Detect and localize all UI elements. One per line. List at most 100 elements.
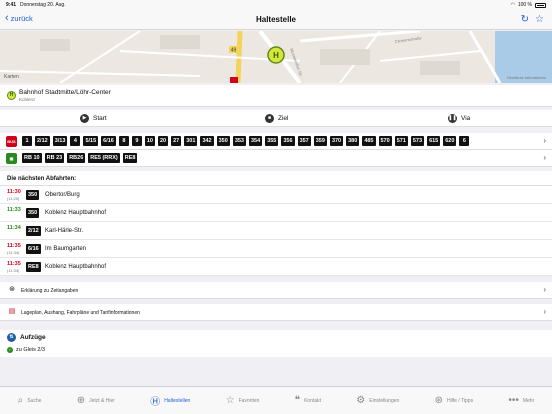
star-icon[interactable]: ☆: [535, 14, 544, 25]
refresh-icon[interactable]: ↻: [521, 14, 529, 25]
bus-line-badges: 1 2/12 3/13 4 5/15 6/16 8 9 10 20 27 301 342 350 353 35…: [22, 136, 470, 146]
bus-line-badge[interactable]: 8: [118, 136, 129, 146]
bus-line-badge[interactable]: 1: [22, 136, 32, 146]
train-icon: ▣: [6, 153, 17, 164]
bus-line-badge[interactable]: 9: [131, 136, 142, 146]
stop-icon: H: [7, 91, 16, 100]
map-attribution: Karten: [4, 74, 19, 80]
chat-icon: ❝: [294, 395, 301, 406]
bus-line-badge[interactable]: 615: [427, 136, 441, 146]
departure-row[interactable]: 11:34 2/12 Karl-Härle-Str.: [0, 222, 552, 240]
bus-line-badge[interactable]: 620: [443, 136, 457, 146]
elevator-status-label: zu Gleis 2/3: [16, 347, 46, 353]
map-stop-marker-icon[interactable]: H: [273, 51, 279, 60]
start-button[interactable]: ▶ Start: [80, 114, 107, 123]
bus-line-badge[interactable]: 10: [144, 136, 155, 146]
departure-row[interactable]: 11:33 350 Koblenz Hauptbahnhof: [0, 204, 552, 222]
departure-destination: Im Baumgarten: [45, 246, 87, 252]
bus-line-badge[interactable]: 20: [158, 136, 169, 146]
chevron-right-icon: ›: [543, 153, 546, 162]
pause-icon: ❚❚: [448, 114, 457, 123]
bus-line-badge[interactable]: 380: [346, 136, 360, 146]
bus-line-badge[interactable]: 350: [216, 136, 230, 146]
wifi-icon: ◠: [510, 2, 515, 8]
bus-line-badge[interactable]: 6/16: [101, 136, 116, 146]
bus-line-badge[interactable]: 4: [70, 136, 81, 146]
bus-line-badge[interactable]: 342: [200, 136, 214, 146]
stop-icon: Ⓗ: [150, 397, 161, 408]
app-root: 9:41 Donnerstag 20. Aug. ◠ 100 % ‹ zurüc…: [0, 0, 552, 414]
bus-line-badge[interactable]: 3/13: [52, 136, 68, 146]
bus-line-badge[interactable]: 356: [281, 136, 295, 146]
lifebuoy-icon: ⊛: [434, 395, 443, 406]
bus-line-badge[interactable]: 355: [265, 136, 279, 146]
tab-einstellungen[interactable]: ⚙ Einstellungen: [356, 395, 399, 406]
crosshair-icon: ⊕: [76, 395, 86, 406]
train-line-badge[interactable]: RE8: [122, 153, 138, 163]
tab-label: Favoriten: [238, 397, 260, 404]
more-icon: •••: [508, 395, 519, 406]
bus-line-badge[interactable]: 485: [362, 136, 376, 146]
status-right: ◠ 100 %: [510, 2, 546, 8]
bus-line-badge[interactable]: 359: [313, 136, 327, 146]
time-explanation-label: Erklärung zu Zeitangaben: [21, 288, 79, 294]
tab-haltestellen[interactable]: Ⓗ Haltestellen: [150, 393, 190, 408]
train-line-badge[interactable]: RB 23: [44, 153, 65, 163]
departure-line-badge: 350: [26, 208, 40, 218]
lifebuoy-icon: ⊛: [9, 286, 15, 293]
map-legal-link[interactable]: Rechtliche Informationen: [507, 76, 546, 80]
departure-row[interactable]: 11:30 (11:25) 350 Obertor/Burg: [0, 186, 552, 204]
bus-line-badge[interactable]: 573: [410, 136, 425, 146]
bus-line-badge[interactable]: 301: [184, 136, 198, 146]
tab-kontakt[interactable]: ❝ Kontakt: [295, 395, 321, 406]
elevators-header: ⇅ Aufzüge: [7, 333, 46, 342]
train-line-badge[interactable]: RE5 (RRX): [88, 153, 120, 163]
bus-line-badge[interactable]: 2/12: [35, 136, 50, 146]
tab-label: Jetzt & Hier: [89, 397, 115, 404]
tab-suche[interactable]: ⌕ Suche: [18, 395, 42, 406]
departure-row[interactable]: 11:35 (11:34) 6/16 Im Baumgarten: [0, 240, 552, 258]
station-header: H Bahnhof Stadtmitte/Löhr-Center Koblenz: [0, 85, 552, 107]
train-line-badge[interactable]: RB26: [67, 153, 86, 163]
elevators-section: ⇅ Aufzüge ✓ zu Gleis 2/3: [0, 330, 552, 357]
bus-line-badge[interactable]: 570: [378, 136, 392, 146]
status-time: 9:41: [6, 2, 17, 8]
departure-time: 11:33: [7, 207, 21, 213]
departure-time: 11:30: [7, 189, 21, 195]
check-icon: ✓: [7, 347, 13, 353]
bus-lines-row[interactable]: BUS 1 2/12 3/13 4 5/15 6/16 8 9 10 20 27 301 342 350 3…: [0, 133, 552, 150]
bus-line-badge[interactable]: 354: [249, 136, 263, 146]
elevator-status: ✓ zu Gleis 2/3: [7, 347, 45, 353]
tab-hilfe-tipps[interactable]: ⊛ Hilfe / Tipps: [435, 395, 474, 406]
navigation-bar: ‹ zurück Haltestelle ↻ ☆: [0, 10, 552, 30]
train-lines-row[interactable]: ▣ RB 10 RB 23 RB26 RE5 (RRX) RE8 ›: [0, 150, 552, 167]
bus-icon: BUS: [6, 136, 17, 147]
map-view[interactable]: H 49 Moselweißer Str. Clemensstraße Kart…: [0, 31, 552, 83]
tab-jetzt-hier[interactable]: ⊕ Jetzt & Hier: [77, 395, 115, 406]
tab-bar: ⌕ Suche ⊕ Jetzt & Hier Ⓗ Haltestellen ☆ Favorit…: [0, 386, 552, 414]
bus-line-badge[interactable]: 370: [329, 136, 344, 146]
search-icon: ⌕: [17, 395, 24, 406]
departure-line-badge: 350: [26, 190, 40, 200]
destination-button[interactable]: ■ Ziel: [265, 114, 288, 123]
bus-line-badge[interactable]: 571: [394, 136, 408, 146]
bus-line-badge[interactable]: 27: [171, 136, 182, 146]
departure-time: 11:34: [7, 225, 21, 231]
site-plan-row[interactable]: ▤ Lageplan, Aushang, Fahrpläne und Tarif…: [0, 304, 552, 321]
train-line-badges: RB 10 RB 23 RB26 RE5 (RRX) RE8: [22, 153, 138, 163]
time-explanation-row[interactable]: ⊛ Erklärung zu Zeitangaben ›: [0, 282, 552, 299]
bus-line-badge[interactable]: 353: [232, 136, 246, 146]
tab-favoriten[interactable]: ☆ Favoriten: [226, 395, 260, 406]
bus-line-badge[interactable]: 6: [459, 136, 470, 146]
tab-mehr[interactable]: ••• Mehr: [508, 395, 534, 406]
chevron-right-icon: ›: [543, 285, 546, 294]
page-title: Haltestelle: [255, 15, 297, 24]
departure-row[interactable]: 11:35 (11:34) RE8 Koblenz Hauptbahnhof: [0, 258, 552, 276]
destination-label: Ziel: [278, 115, 289, 122]
bus-line-badge[interactable]: 357: [297, 136, 311, 146]
train-line-badge[interactable]: RB 10: [22, 153, 42, 163]
elevator-icon: ⇅: [7, 333, 16, 342]
tab-label: Kontakt: [304, 397, 322, 404]
via-button[interactable]: ❚❚ Via: [448, 114, 470, 123]
bus-line-badge[interactable]: 5/15: [83, 136, 99, 146]
